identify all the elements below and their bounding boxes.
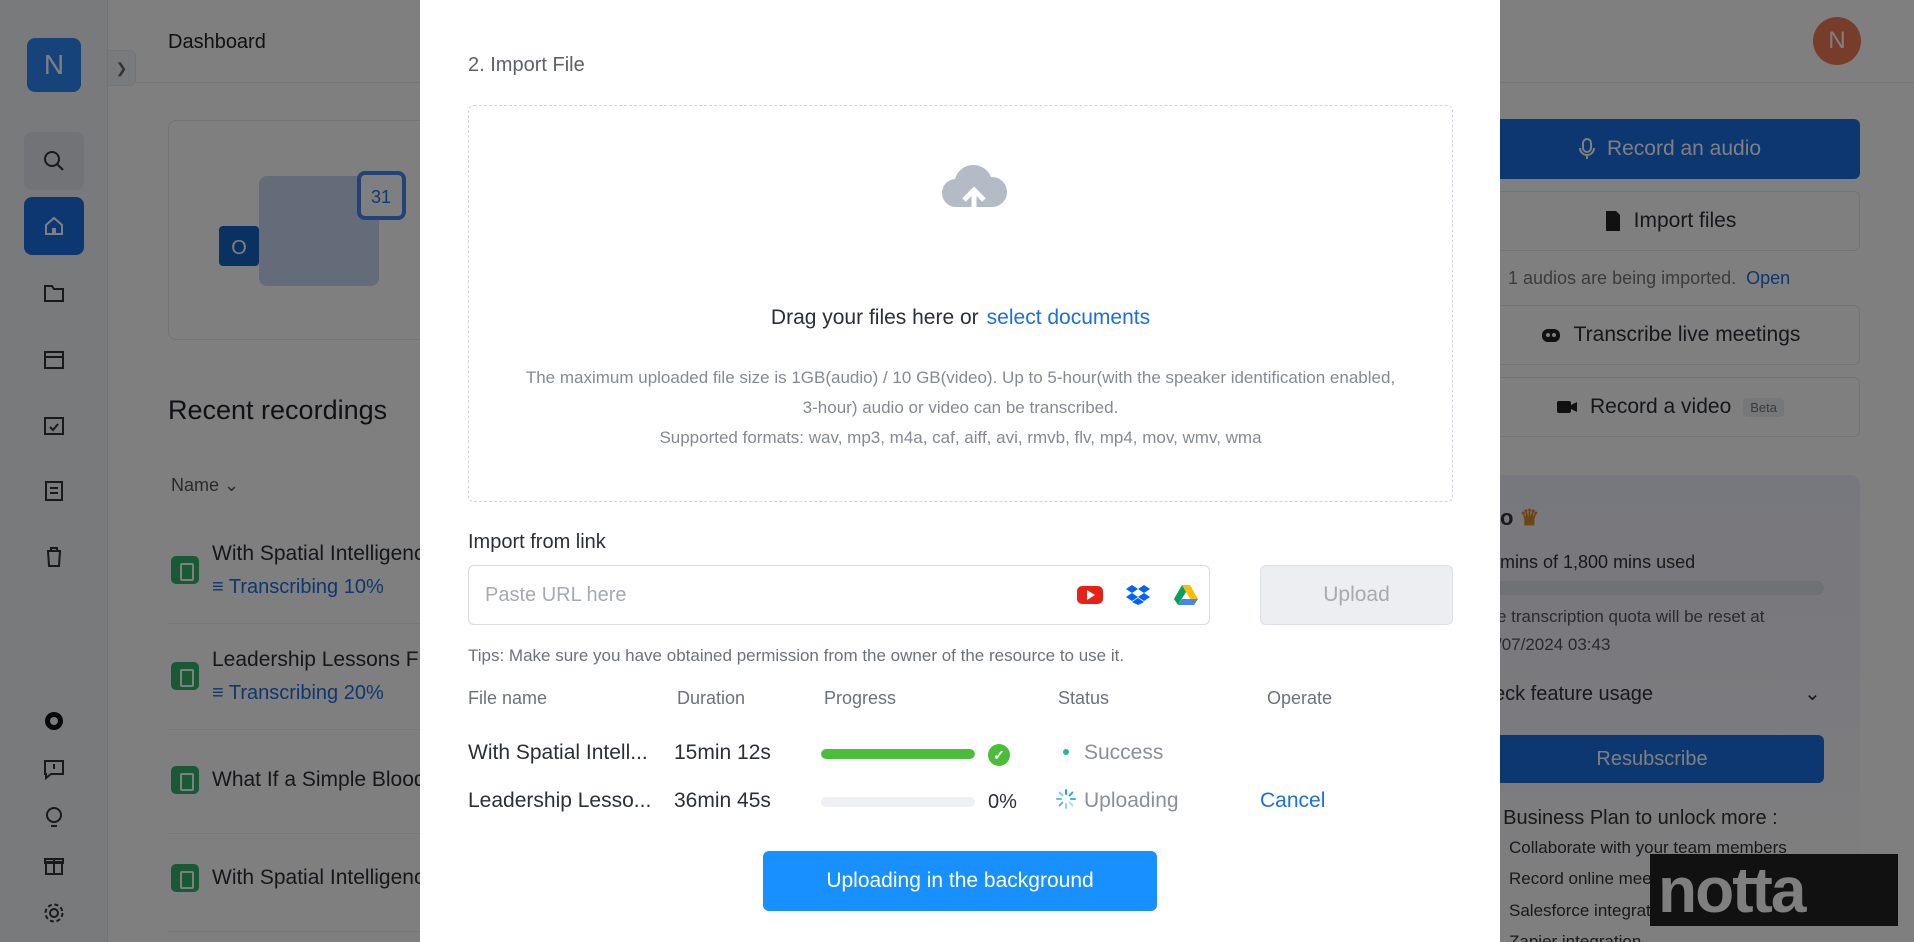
drag-drop-text: Drag your files here or select documents xyxy=(469,306,1452,330)
upload-progress-fill xyxy=(821,749,975,759)
upload-limits: The maximum uploaded file size is 1GB(au… xyxy=(489,363,1432,453)
upload-label: Upload xyxy=(1323,583,1390,606)
upload-progress-bar xyxy=(821,749,975,759)
cloud-upload-icon xyxy=(941,165,1007,219)
upload-in-background-label: Uploading in the background xyxy=(826,869,1094,892)
status-dot xyxy=(1063,749,1069,755)
cancel-upload-link[interactable]: Cancel xyxy=(1260,789,1325,813)
upload-duration: 36min 45s xyxy=(674,789,771,812)
dropbox-icon[interactable] xyxy=(1125,583,1151,607)
upload-percent: 0% xyxy=(988,791,1017,813)
select-documents-link[interactable]: select documents xyxy=(987,306,1150,329)
upload-button[interactable]: Upload xyxy=(1260,565,1453,625)
duration-header: Duration xyxy=(677,688,746,708)
check-circle-icon: ✓ xyxy=(988,744,1010,766)
upload-status: Uploading xyxy=(1084,789,1179,812)
supported-formats: Supported formats: wav, mp3, m4a, caf, a… xyxy=(659,428,1262,447)
upload-file-name: With Spatial Intell... xyxy=(468,741,648,764)
url-input[interactable] xyxy=(485,566,1045,624)
upload-status: Success xyxy=(1084,741,1164,764)
url-input-box xyxy=(468,565,1210,625)
status-header: Status xyxy=(1058,688,1110,708)
spinner-icon xyxy=(1056,789,1076,809)
section-title: 2. Import File xyxy=(468,54,585,76)
limit-line: The maximum uploaded file size is 1GB(au… xyxy=(525,368,1396,387)
upload-file-name: Leadership Lesso... xyxy=(468,789,652,812)
file-drop-zone[interactable]: Drag your files here or select documents … xyxy=(468,105,1453,502)
operate-header: Operate xyxy=(1267,688,1333,708)
youtube-icon[interactable] xyxy=(1077,583,1103,607)
import-file-modal: 2. Import File Drag your files here or se… xyxy=(420,0,1500,942)
permission-tip: Tips: Make sure you have obtained permis… xyxy=(468,646,1125,665)
google-drive-icon[interactable] xyxy=(1173,583,1199,607)
import-from-link-label: Import from link xyxy=(468,531,606,553)
drag-text: Drag your files here or xyxy=(770,306,979,329)
upload-duration: 15min 12s xyxy=(674,741,771,764)
file-name-header: File name xyxy=(468,688,548,708)
upload-in-background-button[interactable]: Uploading in the background xyxy=(763,851,1157,911)
limit-line: 3-hour) audio or video can be transcribe… xyxy=(802,398,1119,417)
upload-progress-bar xyxy=(821,797,975,807)
progress-header: Progress xyxy=(824,688,897,708)
